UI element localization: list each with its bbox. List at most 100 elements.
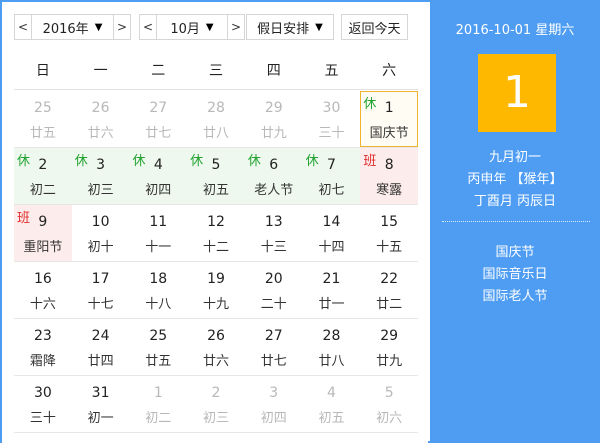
calendar-week-row: 23 霜降 24 廿四 25 廿五 26 廿六 27 廿七 28 廿八 29 廿九 (14, 319, 418, 376)
calendar-day-cell[interactable]: 29 廿九 (245, 91, 303, 147)
day-number: 3 (96, 157, 106, 173)
lunar-label: 廿九 (260, 126, 287, 141)
calendar-week-row: 休 2 初二休 3 初三休 4 初四休 5 初五休 6 老人节休 7 初七班 8 寒露 (14, 148, 419, 205)
calendar-day-cell[interactable]: 休 5 初五 (187, 148, 245, 204)
calendar-day-cell[interactable]: 13 十三 (245, 205, 303, 261)
calendar-day-cell[interactable]: 11 十一 (129, 205, 187, 261)
holiday-dropdown[interactable]: 假日安排 ▼ (246, 14, 334, 40)
lunar-label: 廿六 (87, 126, 114, 141)
lunar-label: 廿八 (203, 126, 230, 141)
dropdown-arrow-icon: ▼ (94, 21, 103, 33)
calendar-day-cell[interactable]: 28 廿八 (187, 91, 245, 147)
calendar-day-cell[interactable]: 4 初五 (303, 376, 361, 432)
day-number: 20 (264, 271, 283, 287)
calendar-day-cell[interactable]: 3 初四 (245, 376, 303, 432)
calendar-day-cell[interactable]: 20 二十 (245, 262, 303, 318)
calendar-day-cell[interactable]: 19 十九 (187, 262, 245, 318)
dotted-divider (442, 221, 590, 222)
weekday-label: 六 (382, 63, 397, 79)
lunar-label: 三十 (318, 126, 345, 141)
calendar-day-cell[interactable]: 班 9 重阳节 (14, 205, 72, 261)
calendar-day-cell[interactable]: 17 十七 (72, 262, 130, 318)
calendar-day-cell[interactable]: 23 霜降 (14, 319, 72, 375)
day-number: 5 (384, 385, 394, 401)
day-number: 16 (33, 271, 52, 287)
lunar-label: 十四 (318, 240, 345, 255)
calendar-day-cell[interactable]: 12 十二 (187, 205, 245, 261)
calendar-day-cell[interactable]: 26 廿六 (187, 319, 245, 375)
calendar-day-cell[interactable]: 27 廿七 (245, 319, 303, 375)
lunar-label: 廿一 (318, 297, 345, 312)
lunar-label: 国庆节 (369, 126, 409, 141)
calendar-day-cell[interactable]: 22 廿二 (360, 262, 418, 318)
lunar-label: 三十 (29, 411, 56, 426)
calendar-day-cell[interactable]: 10 初十 (72, 205, 130, 261)
day-number: 26 (207, 328, 225, 344)
lunar-label: 初四 (145, 183, 172, 198)
day-number: 1 (153, 385, 163, 401)
back-to-today-button[interactable]: 返回今天 (341, 14, 408, 40)
calendar-day-cell[interactable]: 30 三十 (14, 376, 72, 432)
day-number: 27 (149, 100, 168, 116)
next-year-button[interactable]: > (114, 20, 130, 34)
lunar-label: 廿七 (260, 354, 287, 369)
day-number: 29 (264, 100, 283, 116)
lunar-label: 寒露 (376, 183, 403, 198)
calendar-day-cell[interactable]: 休 2 初二 (14, 148, 72, 204)
weekday-label: 二 (151, 63, 166, 79)
month-value: 10月 (170, 21, 200, 37)
calendar-day-cell[interactable]: 26 廿六 (72, 91, 130, 147)
calendar-day-cell[interactable]: 休 6 老人节 (244, 148, 303, 204)
calendar-day-cell[interactable]: 24 廿四 (72, 319, 130, 375)
calendar-day-cell[interactable]: 5 初六 (360, 376, 418, 432)
day-number: 30 (322, 100, 341, 116)
calendar-day-cell[interactable]: 29 廿九 (360, 319, 418, 375)
weekday-label: 日 (35, 63, 50, 79)
next-month-button[interactable]: > (228, 20, 244, 34)
prev-year-button[interactable]: < (15, 20, 31, 34)
calendar-week-row: 25 廿五 26 廿六 27 廿七 28 廿八 29 廿九 30 三十休 1 国庆节 (14, 91, 419, 148)
day-number: 4 (153, 157, 163, 173)
calendar-day-cell[interactable]: 1 初二 (129, 376, 187, 432)
day-number: 27 (264, 328, 283, 344)
calendar-day-cell[interactable]: 休 4 初四 (129, 148, 188, 204)
lunar-label: 十三 (260, 240, 287, 255)
calendar-day-cell[interactable]: 25 廿五 (14, 91, 72, 147)
lunar-label: 初三 (203, 411, 230, 426)
lunar-label: 初七 (318, 183, 345, 198)
day-number: 28 (322, 328, 341, 344)
calendar-day-cell[interactable]: 14 十四 (303, 205, 361, 261)
calendar-day-cell[interactable]: 18 十八 (129, 262, 187, 318)
lunar-label: 初十 (87, 240, 114, 255)
calendar-day-cell[interactable]: 25 廿五 (129, 319, 187, 375)
selected-day-number: 1 (478, 54, 556, 132)
weekday-label: 五 (324, 63, 339, 79)
lunar-label: 廿四 (87, 354, 114, 369)
lunar-label: 十六 (29, 297, 56, 312)
calendar-day-cell[interactable]: 15 十五 (360, 205, 418, 261)
holiday-select: 假日安排 ▼ (247, 18, 333, 37)
calendar-day-cell[interactable]: 27 廿七 (129, 91, 187, 147)
lunar-label: 廿二 (376, 297, 403, 312)
calendar-day-cell[interactable]: 休 1 国庆节 (360, 91, 419, 147)
day-number: 6 (269, 157, 279, 173)
dropdown-arrow-icon: ▼ (205, 21, 214, 33)
calendar-day-cell[interactable]: 16 十六 (14, 262, 72, 318)
month-selector: < 10月 ▼ > (139, 14, 245, 40)
day-number: 15 (380, 214, 399, 230)
lunar-label: 十五 (376, 240, 403, 255)
calendar-week-row: 班 9 重阳节 10 初十 11 十一 12 十二 13 十三 14 十四 15 十五 (14, 205, 418, 262)
day-number: 26 (91, 100, 110, 116)
calendar-day-cell[interactable]: 班 8 寒露 (360, 148, 419, 204)
calendar-day-cell[interactable]: 2 初三 (187, 376, 245, 432)
calendar-day-cell[interactable]: 休 7 初七 (302, 148, 361, 204)
calendar-day-cell[interactable]: 21 廿一 (303, 262, 361, 318)
month-dropdown[interactable]: 10月 ▼ (157, 18, 227, 37)
calendar-day-cell[interactable]: 休 3 初三 (71, 148, 130, 204)
calendar-week-row: 16 十六 17 十七 18 十八 19 十九 20 二十 21 廿一 22 廿二 (14, 262, 418, 319)
calendar-day-cell[interactable]: 31 初一 (72, 376, 130, 432)
year-dropdown[interactable]: 2016年 ▼ (32, 18, 113, 37)
calendar-day-cell[interactable]: 28 廿八 (303, 319, 361, 375)
prev-month-button[interactable]: < (140, 20, 156, 34)
calendar-day-cell[interactable]: 30 三十 (303, 91, 361, 147)
